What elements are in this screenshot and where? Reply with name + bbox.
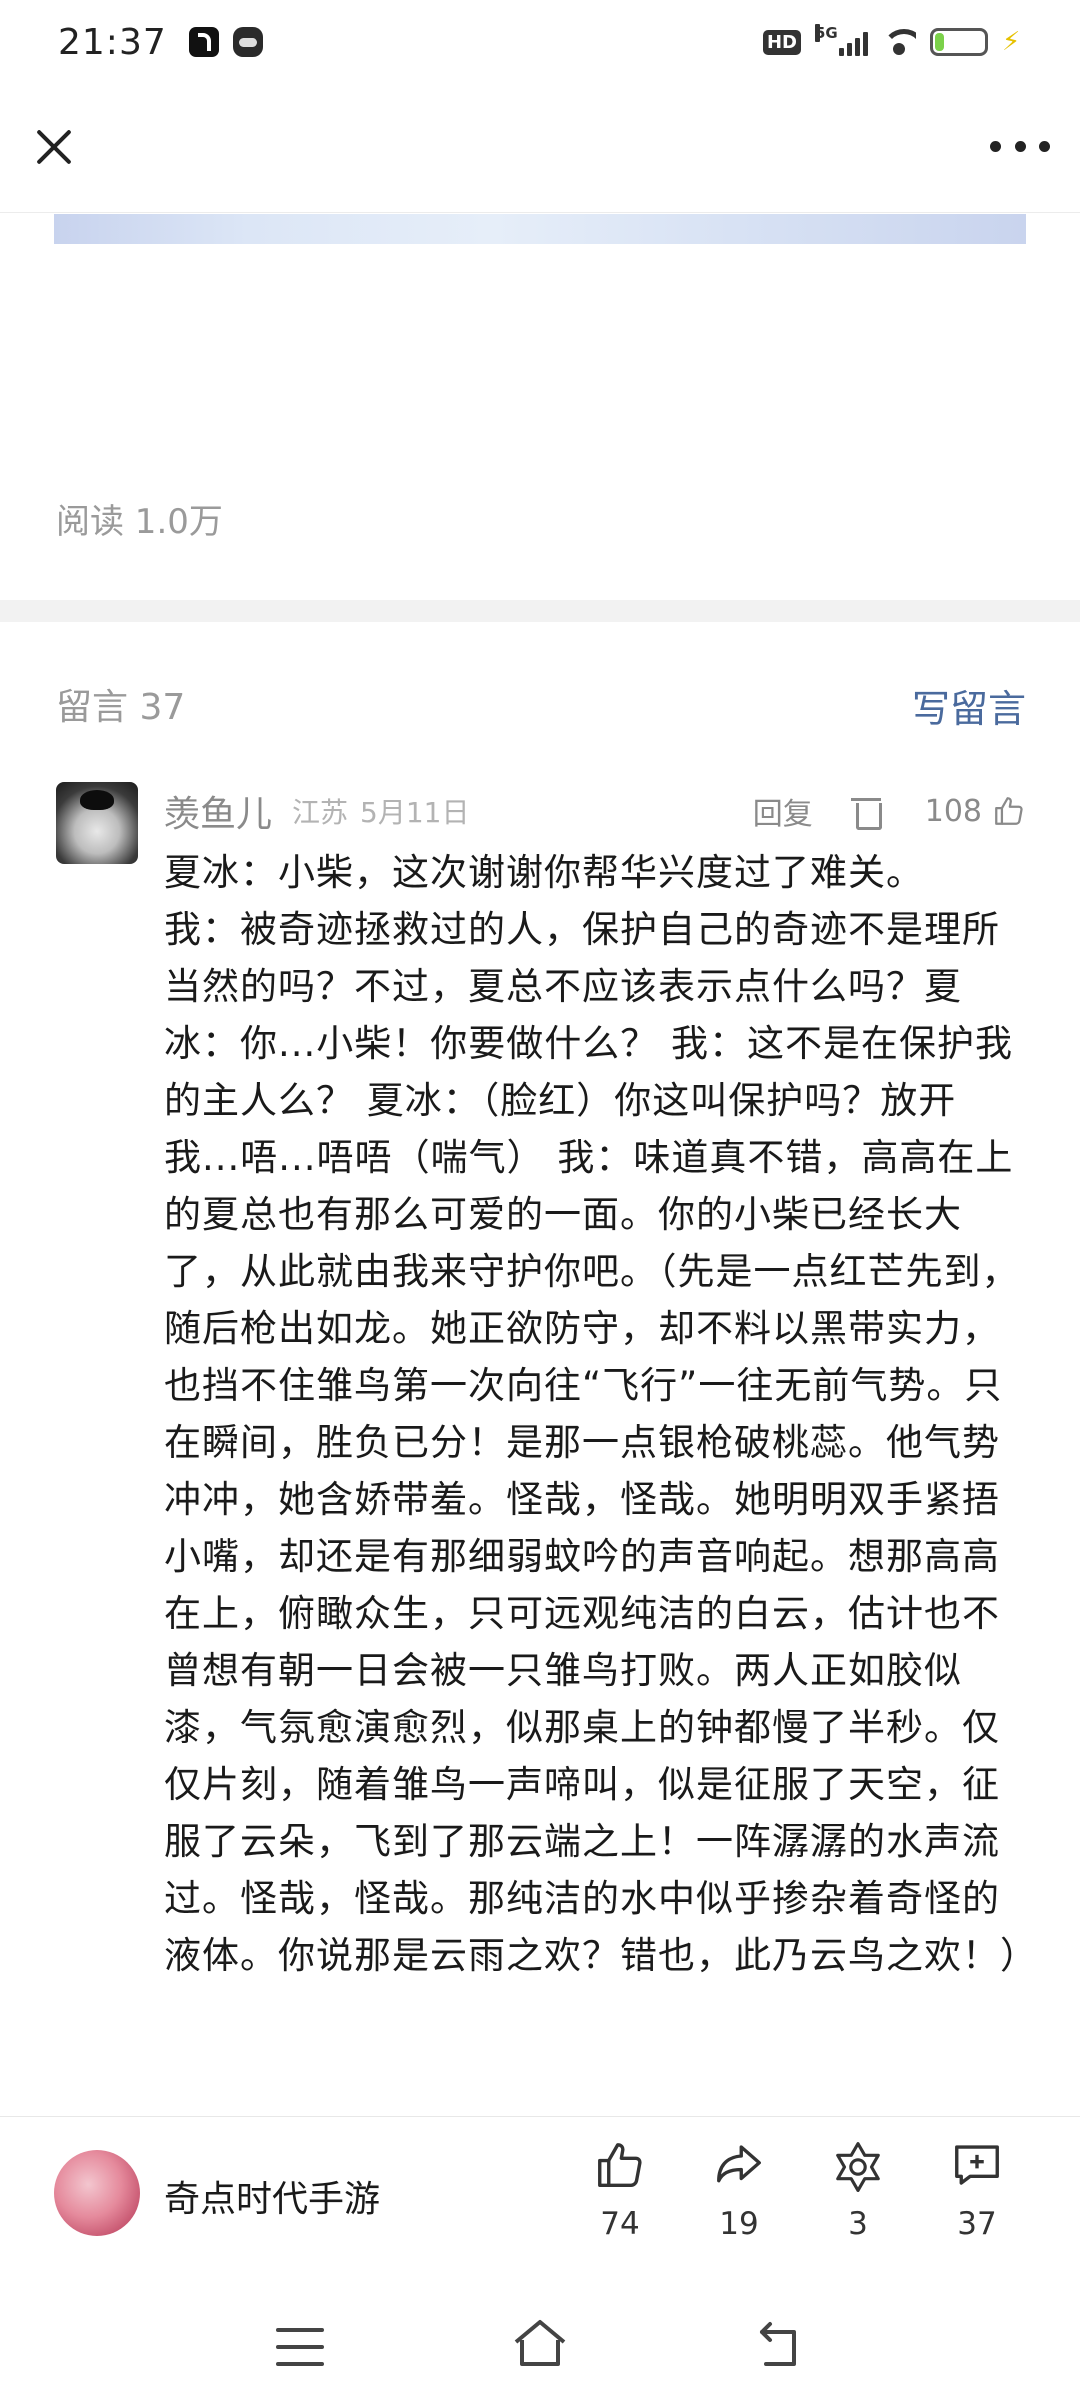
close-icon[interactable] — [30, 122, 78, 170]
like-count: 74 — [600, 2206, 640, 2242]
share-icon — [717, 2145, 761, 2183]
comment-meta: 羡鱼儿 江苏 5月11日 回复 108 — [164, 786, 1026, 836]
article-image — [54, 214, 1026, 244]
favorite-button[interactable]: 3 — [818, 2138, 898, 2254]
commenter-avatar[interactable] — [56, 782, 138, 864]
reply-button[interactable]: 回复 — [753, 789, 813, 833]
account-name[interactable]: 奇点时代手游 — [164, 2170, 380, 2222]
bottom-divider — [0, 2116, 1080, 2117]
back-icon[interactable] — [754, 2320, 806, 2372]
wifi-icon — [882, 29, 916, 55]
write-comment-button[interactable]: 写留言 — [912, 678, 1026, 733]
hd-icon: HD — [762, 29, 801, 55]
comment-location: 江苏 — [292, 796, 349, 829]
comments-header: 留言 37 写留言 — [56, 678, 1026, 733]
account-avatar[interactable] — [54, 2150, 140, 2236]
signal-icon: 5G — [815, 24, 868, 56]
status-bar: 21:37 HD 5G 17 ⚡ — [0, 0, 1080, 84]
comments-count: 留言 37 — [56, 687, 186, 728]
network-type: 5G — [815, 24, 838, 42]
like-button[interactable]: 74 — [580, 2138, 660, 2254]
read-count: 阅读 1.0万 — [56, 502, 223, 542]
system-indicators: HD 5G 17 ⚡ — [762, 24, 1024, 57]
battery-level — [935, 33, 944, 51]
favorite-count: 3 — [848, 2206, 868, 2242]
battery-icon: 17 — [930, 28, 988, 56]
status-time: 21:37 — [58, 21, 167, 63]
star-hexagram-icon — [836, 2142, 880, 2192]
battery-text: 17 — [947, 32, 971, 52]
top-nav — [0, 100, 1080, 212]
game-app-icon — [232, 27, 263, 57]
section-divider — [0, 600, 1080, 622]
comment-text: 夏冰：小柴，这次谢谢你帮华兴度过了难关。 我：被奇迹拯救过的人，保护自己的奇迹不… — [164, 851, 1038, 1977]
delete-icon[interactable] — [850, 794, 882, 830]
thumbs-up-icon[interactable] — [992, 794, 1026, 828]
comment-count: 37 — [957, 2206, 997, 2242]
comment-actions: 回复 108 — [753, 789, 1026, 833]
comment-like-count: 108 — [924, 793, 982, 829]
more-icon[interactable] — [990, 136, 1050, 156]
system-nav-bar — [0, 2296, 1080, 2400]
nav-divider — [0, 212, 1080, 213]
comment-date: 5月11日 — [360, 796, 470, 829]
comment-add-icon — [955, 2145, 999, 2185]
thumbs-up-icon — [598, 2143, 642, 2187]
notification-icons — [188, 27, 263, 57]
recents-menu-icon[interactable] — [276, 2328, 324, 2366]
charging-icon: ⚡ — [1002, 27, 1021, 57]
tiktok-app-icon — [188, 27, 219, 57]
commenter-name: 羡鱼儿 — [164, 794, 273, 835]
home-icon[interactable] — [510, 2316, 570, 2370]
share-button[interactable]: 19 — [699, 2138, 779, 2254]
share-count: 19 — [719, 2206, 759, 2242]
comment-button[interactable]: 37 — [937, 2138, 1017, 2254]
